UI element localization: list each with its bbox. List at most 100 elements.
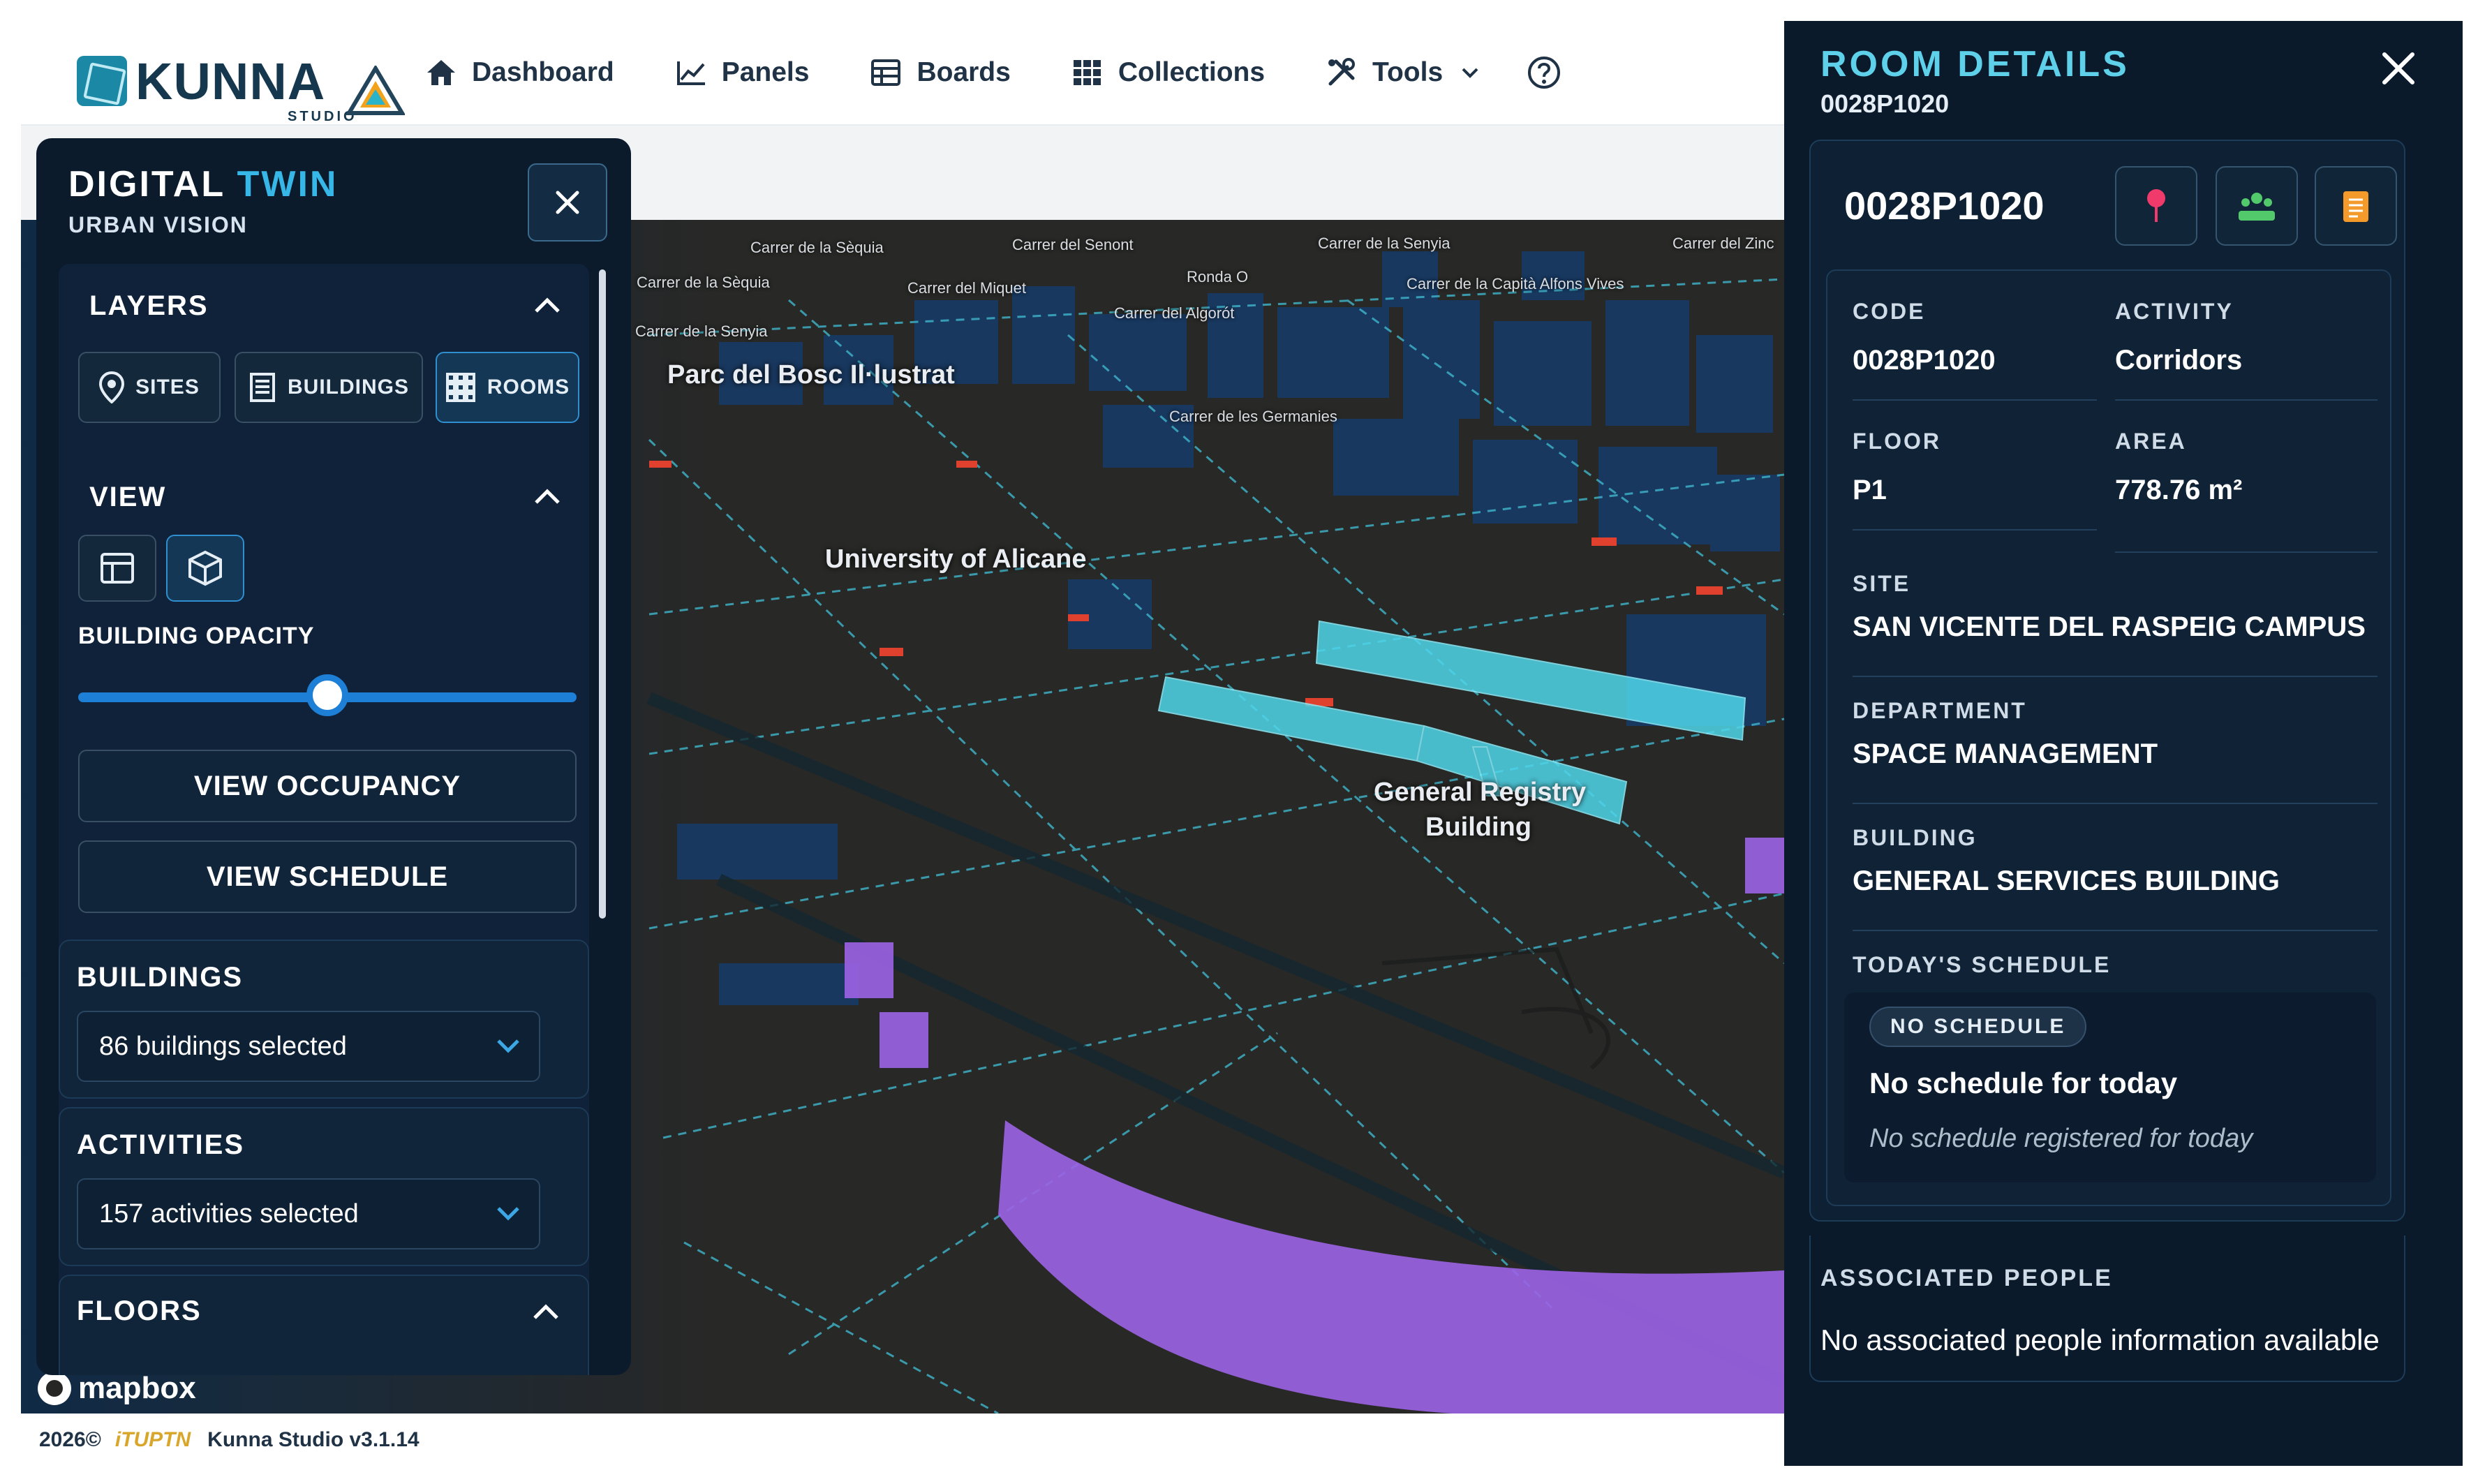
department-label: DEPARTMENT xyxy=(1853,698,2027,723)
room-details-code: 0028P1020 xyxy=(1820,89,1950,118)
room-report-button[interactable] xyxy=(2315,166,2397,246)
street-label: Carrer del Algorót xyxy=(1114,304,1235,322)
department-value: SPACE MANAGEMENT xyxy=(1853,739,2158,769)
opacity-slider-thumb[interactable] xyxy=(306,674,348,716)
divider xyxy=(1853,930,2377,931)
panel-scrollbar[interactable] xyxy=(599,269,606,919)
site-label: SITE xyxy=(1853,571,1911,596)
3d-cube-icon xyxy=(188,550,222,586)
chevron-up-icon[interactable] xyxy=(532,1303,560,1321)
room-details-panel: ROOM DETAILS 0028P1020 0028P1020 CODE 00… xyxy=(1784,21,2463,1466)
layer-chip-sites-label: SITES xyxy=(135,376,200,399)
location-pin-icon xyxy=(2147,189,2165,222)
view-2d-button[interactable] xyxy=(78,535,156,602)
kunna-logo[interactable]: KUNNA STUDIO xyxy=(57,36,405,124)
layer-chip-rooms[interactable]: ROOMS xyxy=(436,352,579,423)
nav-boards[interactable]: Boards xyxy=(870,57,1011,88)
panel-title: DIGITAL TWIN xyxy=(68,164,339,205)
help-circle-icon xyxy=(1528,57,1561,89)
home-icon xyxy=(427,60,455,85)
nav-boards-label: Boards xyxy=(917,57,1011,87)
building-label: BUILDING xyxy=(1853,825,1978,850)
close-panel-button[interactable] xyxy=(528,163,607,242)
code-value: 0028P1020 xyxy=(1853,345,1996,376)
activity-label: ACTIVITY xyxy=(2115,299,2234,324)
opacity-label: BUILDING OPACITY xyxy=(78,623,315,649)
2d-map-icon xyxy=(101,553,134,584)
clipboard-icon xyxy=(2343,191,2368,222)
view-3d-button[interactable] xyxy=(166,535,244,602)
locate-room-button[interactable] xyxy=(2115,166,2197,246)
registry-label-line1: General Registry xyxy=(1374,778,1587,807)
divider xyxy=(1853,803,2377,804)
no-schedule-badge: NO SCHEDULE xyxy=(1869,1007,2087,1047)
university-label: University of Alicane xyxy=(825,544,1087,574)
room-people-button[interactable] xyxy=(2216,166,2298,246)
buildings-select-value: 86 buildings selected xyxy=(99,1031,347,1061)
nav-panels-label: Panels xyxy=(721,57,810,87)
chevron-up-icon[interactable] xyxy=(533,487,561,505)
room-details-title: ROOM DETAILS xyxy=(1820,44,2130,84)
room-attributes: CODE 0028P1020 ACTIVITY Corridors FLOOR … xyxy=(1826,269,2391,1206)
layer-chip-rooms-label: ROOMS xyxy=(487,376,570,399)
divider xyxy=(2115,399,2377,401)
footer: 2026© iTUPTN Kunna Studio v3.1.14 xyxy=(21,1413,1784,1466)
chevron-down-icon xyxy=(497,1207,519,1221)
street-label: Carrer de la Sèquia xyxy=(637,274,770,291)
kunna-logo-mark-icon xyxy=(77,56,127,106)
location-pin-icon xyxy=(99,371,125,403)
mapbox-attribution[interactable]: mapbox xyxy=(38,1371,196,1406)
nav-dashboard[interactable]: Dashboard xyxy=(426,57,614,88)
code-label: CODE xyxy=(1853,299,1926,324)
chevron-up-icon[interactable] xyxy=(533,296,561,314)
people-icon xyxy=(2239,193,2275,221)
panel-subtitle: URBAN VISION xyxy=(68,212,248,237)
tools-icon xyxy=(1328,58,1356,86)
room-card: 0028P1020 CODE 0028P1020 ACTIVITY Corrid… xyxy=(1809,140,2405,1222)
building-value: GENERAL SERVICES BUILDING xyxy=(1853,866,2280,896)
registry-label-line2: Building xyxy=(1425,813,1531,842)
close-icon[interactable] xyxy=(2379,49,2418,88)
close-icon xyxy=(556,191,579,214)
help-button[interactable] xyxy=(1527,55,1577,90)
nav-collections[interactable]: Collections xyxy=(1072,57,1265,88)
floor-label: FLOOR xyxy=(1853,429,1941,454)
footer-version: Kunna Studio v3.1.14 xyxy=(207,1427,420,1451)
layer-chip-sites[interactable]: SITES xyxy=(78,352,221,423)
street-label: Ronda O xyxy=(1187,268,1249,285)
divider xyxy=(2115,551,2377,553)
activities-filter: ACTIVITIES 157 activities selected xyxy=(59,1107,589,1266)
buildings-select[interactable]: 86 buildings selected xyxy=(77,1011,540,1082)
divider xyxy=(1853,529,2097,530)
street-label: Carrer de la Sèquia xyxy=(750,239,884,256)
divider xyxy=(1853,676,2377,677)
nav-tools-label: Tools xyxy=(1372,57,1444,87)
buildings-filter: BUILDINGS 86 buildings selected xyxy=(59,940,589,1099)
footer-year: 2026© xyxy=(39,1427,101,1451)
schedule-card: NO SCHEDULE No schedule for today No sch… xyxy=(1844,993,2376,1182)
main-nav: Dashboard Panels Boards Collections Tool… xyxy=(426,52,1638,94)
layer-chip-buildings[interactable]: BUILDINGS xyxy=(235,352,423,423)
activities-header: ACTIVITIES xyxy=(77,1129,245,1160)
grid-icon xyxy=(1073,60,1101,85)
view-occupancy-button[interactable]: VIEW OCCUPANCY xyxy=(78,750,577,822)
nav-panels[interactable]: Panels xyxy=(676,57,810,88)
schedule-note: No schedule registered for today xyxy=(1869,1124,2253,1153)
schedule-heading: No schedule for today xyxy=(1869,1067,2178,1099)
area-value: 778.76 m² xyxy=(2115,475,2243,505)
divider xyxy=(1853,399,2097,401)
floors-header: FLOORS xyxy=(77,1296,202,1326)
activities-select[interactable]: 157 activities selected xyxy=(77,1178,540,1249)
nav-collections-label: Collections xyxy=(1118,57,1266,87)
street-label: Carrer del Senont xyxy=(1012,236,1134,253)
street-label: Carrer de les Germanies xyxy=(1169,408,1337,425)
chevron-down-icon xyxy=(497,1039,519,1053)
nav-tools[interactable]: Tools xyxy=(1326,57,1479,88)
rainbow-triangle-icon xyxy=(346,66,405,115)
area-label: AREA xyxy=(2115,429,2187,454)
nav-dashboard-label: Dashboard xyxy=(472,57,614,87)
top-navigation-bar: KUNNA STUDIO Dashboard Panels Boards Col… xyxy=(21,21,1784,126)
mapbox-text: mapbox xyxy=(78,1371,196,1405)
view-schedule-button[interactable]: VIEW SCHEDULE xyxy=(78,840,577,913)
chevron-down-icon xyxy=(1462,68,1478,78)
